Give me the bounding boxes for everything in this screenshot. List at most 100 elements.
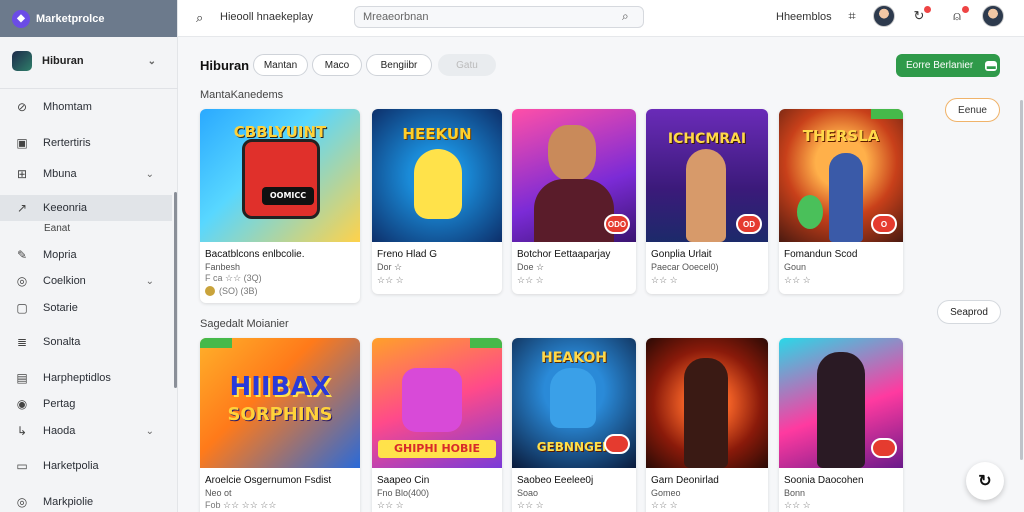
game-card[interactable]: HEEKUN Freno Hlad G Dor ☆ ☆☆ ☆ [372,109,502,294]
bookmark-icon[interactable]: ⌗ [844,8,860,24]
game-thumbnail: CBBLYUINT OOMICC [200,109,360,242]
card-rating: ☆☆ ☆ [377,275,404,285]
sidebar-item[interactable]: ◎ Markpiolie [0,489,172,512]
game-thumbnail [646,338,768,468]
game-thumbnail: GHIPHI HOBIE [372,338,502,468]
card-subtitle: Goun [784,262,807,272]
price-badge [871,438,897,458]
sidebar: ◆ Marketprolce Hiburan ⌄ ⊘ Mhomtam ▣ Rerte… [0,0,178,512]
game-card[interactable]: CBBLYUINT OOMICC Bacatblcons enlbcolie. … [200,109,360,303]
primary-action-button[interactable]: Eorre Berlanier ▬ [896,54,1000,77]
cta-label: Eorre Berlanier [906,60,974,71]
sidebar-item-label: Coelkion [43,275,86,287]
game-card[interactable]: HIIBAX SORPHINS Aroelcie Osgernumon Fsdi… [200,338,360,512]
group-action-button[interactable]: Eenue [945,98,1000,122]
profile-avatar[interactable] [982,5,1004,27]
sidebar-item-label: Pertag [43,398,76,410]
brand-logo-icon: ◆ [12,9,30,28]
card-title: Bacatblcons enlbcolie. [205,249,305,260]
notification-badge [924,6,931,13]
app-brand[interactable]: ◆ Marketprolce [0,0,177,37]
card-subtitle: Fanbesh [205,262,241,272]
game-thumbnail [779,338,903,468]
card-rating: ☆☆ ☆ [377,500,404,510]
workspace-switcher[interactable]: Hiburan ⌄ [12,51,162,71]
user-label[interactable]: Hheemblos [776,11,832,23]
game-card[interactable]: HEAKOH GEBNNGER Saobeo Eeelee0j Soao ☆☆ … [512,338,636,512]
game-card[interactable]: GHIPHI HOBIE Saapeo Cin Fno Blo(400) ☆☆ … [372,338,502,512]
sidebar-item-label: Mhomtam [43,101,92,113]
filter-chip-disabled[interactable]: Gatu [438,54,496,76]
group-heading: Sagedalt Moianier [200,318,289,330]
sidebar-item-label: Sonalta [43,336,81,348]
game-thumbnail: ODO [512,109,636,242]
game-card[interactable]: ICHCMRAI OD Gonplia Urlait Paecar Ooecel… [646,109,768,294]
group-heading: MantaKanedems [200,89,284,101]
sidebar-item[interactable]: ▤ Harpheptidlos [0,365,172,391]
grid-icon: ⊞ [16,167,28,181]
floating-action-button[interactable]: ↻ [966,462,1004,500]
sidebar-item[interactable]: ▣ Rertertiris [0,130,172,156]
search-input[interactable]: Mreaeorbnan [354,6,644,28]
coin-icon [205,286,215,296]
sidebar-divider [0,88,178,89]
sidebar-item[interactable]: ≣ Sonalta [0,329,172,355]
sidebar-item-label: Markpiolie [43,496,94,508]
game-card[interactable]: THERSLA O Fomandun Scod Goun ☆☆ ☆ [779,109,903,294]
avatar[interactable] [873,5,895,27]
card-rating: ☆☆ ☆ [784,500,811,510]
sidebar-item[interactable]: ✎ Mopria [0,242,172,268]
card-subtitle: Fno Blo(400) [377,488,430,498]
eye-icon: ◉ [16,397,28,411]
game-thumbnail: THERSLA O [779,109,903,242]
filter-chip[interactable]: Mantan [253,54,308,76]
price-badge: ODO [604,214,630,234]
price-badge [604,434,630,454]
price-badge: O [871,214,897,234]
sidebar-item[interactable]: ◉ Pertag [0,391,172,417]
sidebar-item-label: Harpheptidlos [43,372,111,384]
sidebar-item-label: Keeonria [43,202,88,214]
card-price: (SO) (3B) [205,286,258,296]
game-thumbnail: HEEKUN [372,109,502,242]
sidebar-item[interactable]: ⊞ Mbuna ⌄ [0,161,172,187]
card-title: Saapeo Cin [377,475,430,486]
filter-chip[interactable]: Bengiibr [366,54,432,76]
card-rating: ☆☆ ☆ [651,275,678,285]
sidebar-item-active[interactable]: ↗ Keeonria [0,195,172,221]
chevron-down-icon: ⌄ [145,425,154,437]
card-rating: F ca ☆☆ (3Q) [205,273,262,283]
game-card[interactable]: Garn Deonirlad Gomeo ☆☆ ☆ [646,338,768,512]
sidebar-item-label: Mbuna [43,168,77,180]
page-title: Hiburan [200,58,250,73]
top-bar: ⌕ Hieooll hnaekeplay Mreaeorbnan ⌕ Hheem… [178,0,1024,37]
game-card[interactable]: Soonia Daocohen Bonn ☆☆ ☆ [779,338,903,512]
sidebar-item[interactable]: ⊘ Mhomtam [0,94,172,120]
card-title: Saobeo Eeelee0j [517,475,594,486]
sidebar-scrollbar[interactable] [174,192,177,388]
search-icon[interactable]: ⌕ [196,10,203,26]
sidebar-item[interactable]: ▭ Harketpolia [0,453,172,479]
chat-icon: ▢ [16,301,28,315]
sidebar-item[interactable]: ◎ Coelkion ⌄ [0,268,172,294]
card-subtitle: Gomeo [651,488,681,498]
circle-icon: ◎ [16,274,28,288]
sidebar-item-label: Sotarie [43,302,78,314]
game-card[interactable]: ODO Botchor Eettaaparjay Doe ☆ ☆☆ ☆ [512,109,636,294]
workspace-logo-icon [12,51,32,71]
card-subtitle: Bonn [784,488,806,498]
document-icon: ≣ [16,335,28,349]
main-scrollbar[interactable] [1020,100,1023,460]
filter-chip[interactable]: Maco [312,54,362,76]
sidebar-item-label: Harketpolia [43,460,99,472]
group-action-button[interactable]: Seaprod [937,300,1001,324]
compass-icon: ⊘ [16,100,28,114]
chevron-down-icon: ⌄ [147,55,156,67]
arrow-icon: ↳ [16,424,28,438]
sidebar-item-label: Rertertiris [43,137,91,149]
sidebar-subitem[interactable]: Eanat [44,223,70,234]
search-button-icon[interactable]: ⌕ [622,9,629,24]
sidebar-item[interactable]: ▢ Sotarie [0,295,172,321]
thumbnail-text: ICHCMRAI [667,131,747,147]
sidebar-item[interactable]: ↳ Haoda ⌄ [0,418,172,444]
